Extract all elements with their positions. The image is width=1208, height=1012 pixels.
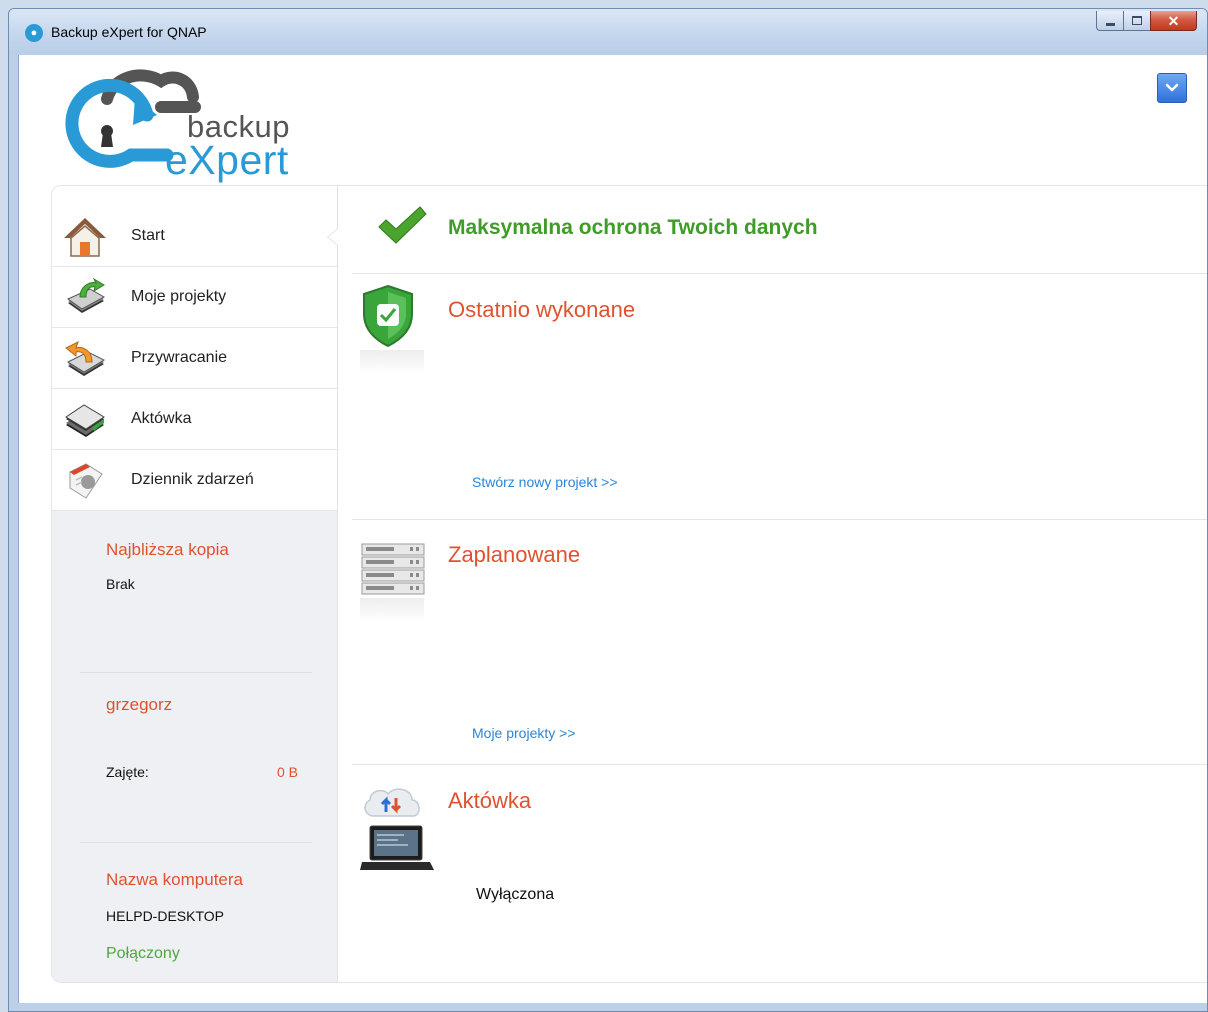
section-title-recent: Ostatnio wykonane xyxy=(448,297,636,322)
computer-name-title: Nazwa komputera xyxy=(106,870,244,889)
backup-expert-logo: backup eXpert xyxy=(49,67,319,183)
maximize-button[interactable] xyxy=(1123,11,1150,31)
sidebar-item-label: Dziennik zdarzeń xyxy=(131,471,254,488)
server-stack-icon xyxy=(361,543,425,595)
minimize-button[interactable] xyxy=(1096,11,1123,31)
event-log-icon xyxy=(69,463,103,499)
user-name: grzegorz xyxy=(106,695,173,714)
computer-name-value: HELPD-DESKTOP xyxy=(106,908,224,924)
next-backup-title: Najbliższa kopia xyxy=(106,540,229,559)
sidebar-item-label: Moje projekty xyxy=(131,288,227,305)
projects-icon xyxy=(67,277,106,313)
client-area: backup eXpert Start Moje projekty Przywr… xyxy=(18,55,1207,1003)
app-window: ● Backup eXpert for QNAP ✕ backup eXpert xyxy=(8,8,1208,1012)
app-icon: ● xyxy=(25,24,43,42)
section-title-briefcase: Aktówka xyxy=(448,788,532,813)
divider xyxy=(352,764,1207,765)
menu-dropdown-button[interactable] xyxy=(1157,73,1187,103)
cloud-laptop-icon xyxy=(360,788,434,870)
next-backup-value: Brak xyxy=(106,576,135,592)
close-button[interactable]: ✕ xyxy=(1150,11,1197,31)
used-space-value: 0 B xyxy=(276,764,298,780)
window-controls: ✕ xyxy=(1096,11,1197,31)
sidebar: Start Moje projekty Przywracanie Aktówka… xyxy=(52,186,338,982)
section-title-scheduled: Zaplanowane xyxy=(448,542,581,567)
sidebar-item-label: Aktówka xyxy=(131,410,192,427)
headline: Maksymalna ochrona Twoich danych xyxy=(448,216,818,239)
checkmark-icon xyxy=(378,206,427,244)
logo-text-expert: eXpert xyxy=(165,137,289,183)
briefcase-icon xyxy=(65,404,105,437)
restore-icon xyxy=(65,341,106,376)
divider xyxy=(80,842,312,843)
connection-status: Połączony xyxy=(106,945,180,962)
window-title: Backup eXpert for QNAP xyxy=(51,24,207,40)
used-space-label: Zajęte: xyxy=(106,764,149,780)
minimize-icon xyxy=(1105,22,1115,26)
close-icon: ✕ xyxy=(1167,12,1180,29)
sidebar-top-spacer xyxy=(52,186,337,206)
sidebar-item-event-log[interactable]: Dziennik zdarzeń xyxy=(52,450,337,511)
icon-reflection xyxy=(360,598,424,622)
title-bar[interactable]: ● Backup eXpert for QNAP ✕ xyxy=(9,9,1207,55)
icon-reflection xyxy=(360,350,424,374)
sidebar-item-start[interactable]: Start xyxy=(52,206,338,267)
home-icon xyxy=(64,218,106,257)
sidebar-item-projects[interactable]: Moje projekty xyxy=(52,267,337,328)
briefcase-status: Wyłączona xyxy=(476,886,555,903)
maximize-icon xyxy=(1132,16,1142,25)
my-projects-link[interactable]: Moje projekty >> xyxy=(472,725,576,741)
sidebar-item-label: Przywracanie xyxy=(131,349,228,366)
create-project-link[interactable]: Stwórz nowy projekt >> xyxy=(472,474,618,490)
sidebar-item-restore[interactable]: Przywracanie xyxy=(52,328,337,389)
divider xyxy=(352,519,1207,520)
content-area: Maksymalna ochrona Twoich danych Ostatni… xyxy=(338,186,1207,982)
sidebar-item-label: Start xyxy=(131,227,165,244)
divider xyxy=(352,273,1207,274)
sidebar-item-briefcase[interactable]: Aktówka xyxy=(52,389,337,450)
main-panel: Start Moje projekty Przywracanie Aktówka… xyxy=(51,185,1207,983)
shield-check-icon xyxy=(363,284,413,348)
chevron-down-icon xyxy=(1165,83,1179,92)
divider xyxy=(80,672,312,673)
